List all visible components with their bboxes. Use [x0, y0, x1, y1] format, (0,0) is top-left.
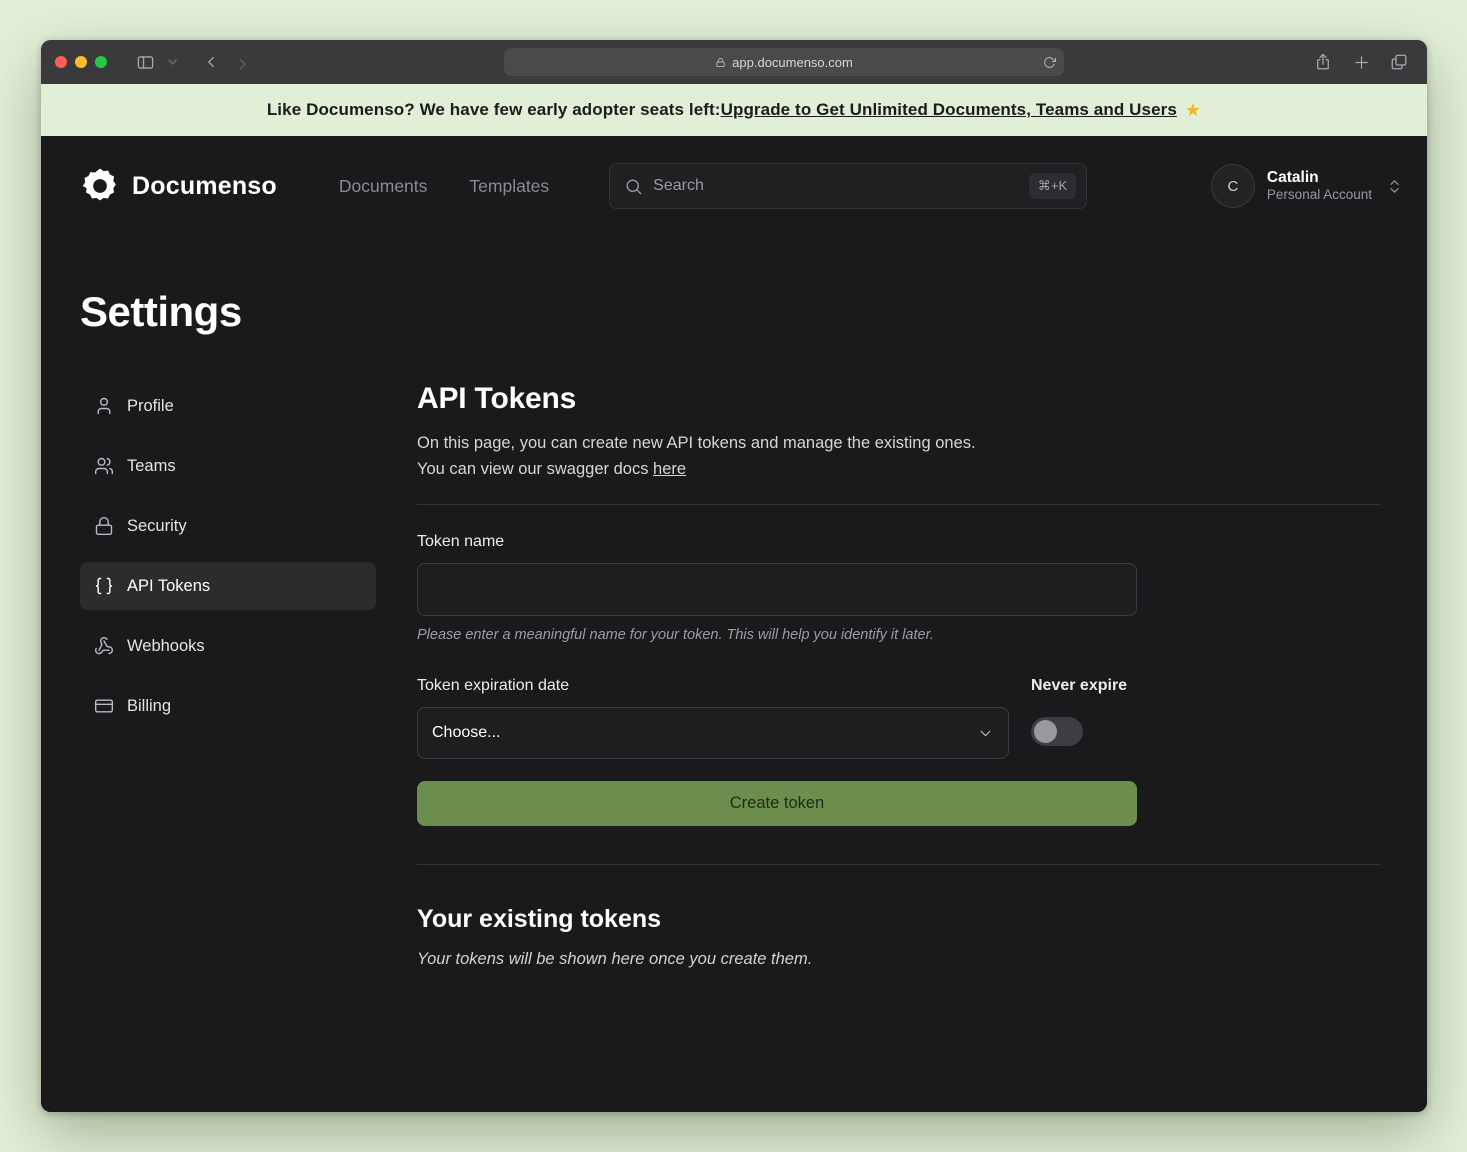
brand[interactable]: Documenso: [80, 166, 277, 206]
brand-name: Documenso: [132, 172, 277, 201]
never-expire-label: Never expire: [1031, 677, 1137, 695]
url-text: app.documenso.com: [732, 55, 853, 70]
user-name: Catalin: [1267, 168, 1372, 187]
close-window-button[interactable]: [55, 56, 67, 68]
lock-icon: [94, 516, 114, 536]
description-line2: You can view our swagger docs here: [417, 456, 1381, 482]
search-input[interactable]: Search ⌘+K: [609, 163, 1087, 209]
toggle-knob: [1034, 720, 1057, 743]
sidebar-item-label: Webhooks: [127, 637, 205, 656]
browser-titlebar: app.documenso.com: [41, 40, 1427, 84]
expiration-label: Token expiration date: [417, 677, 1009, 695]
existing-tokens-empty-text: Your tokens will be shown here once you …: [417, 950, 1381, 969]
sidebar-item-teams[interactable]: Teams: [80, 442, 376, 490]
expiration-select-value: Choose...: [432, 724, 500, 742]
user-icon: [94, 396, 114, 416]
sidebar-toggle-button[interactable]: [131, 48, 159, 76]
tabs-icon: [1390, 53, 1408, 71]
create-token-button[interactable]: Create token: [417, 781, 1137, 826]
sidebar-item-billing[interactable]: Billing: [80, 682, 376, 730]
section-title: API Tokens: [417, 382, 1381, 416]
plus-icon: [1353, 54, 1370, 71]
sidebar-item-label: Billing: [127, 697, 171, 716]
settings-sidebar: Profile Teams Security: [80, 382, 376, 730]
users-icon: [94, 456, 114, 476]
sidebar-item-api-tokens[interactable]: API Tokens: [80, 562, 376, 610]
token-name-label: Token name: [417, 533, 1381, 551]
address-bar[interactable]: app.documenso.com: [504, 48, 1064, 76]
app-header: Documenso Documents Templates Search ⌘+K…: [41, 136, 1427, 236]
sidebar-item-webhooks[interactable]: Webhooks: [80, 622, 376, 670]
divider: [417, 504, 1381, 505]
never-expire-toggle[interactable]: [1031, 717, 1083, 746]
refresh-button[interactable]: [1043, 56, 1056, 69]
sidebar-item-label: Profile: [127, 397, 174, 416]
nav-templates[interactable]: Templates: [469, 176, 549, 197]
lock-icon: [715, 57, 726, 68]
user-account-type: Personal Account: [1267, 187, 1372, 204]
existing-tokens-title: Your existing tokens: [417, 905, 1381, 934]
share-icon: [1314, 53, 1332, 71]
main-nav: Documents Templates: [339, 176, 549, 197]
promo-banner: Like Documenso? We have few early adopte…: [41, 84, 1427, 136]
refresh-icon: [1043, 56, 1056, 69]
swagger-docs-link[interactable]: here: [653, 460, 686, 478]
upgrade-link[interactable]: Upgrade to Get Unlimited Documents, Team…: [721, 100, 1177, 120]
star-icon: ★: [1185, 100, 1201, 121]
user-menu[interactable]: C Catalin Personal Account: [1211, 164, 1403, 208]
search-shortcut-badge: ⌘+K: [1029, 173, 1076, 199]
chevron-right-icon: [236, 53, 254, 71]
chevron-down-icon: [977, 725, 994, 742]
share-button[interactable]: [1309, 48, 1337, 76]
settings-page: Settings Profile Teams: [41, 236, 1427, 969]
description-line1: On this page, you can create new API tok…: [417, 430, 1381, 456]
zoom-window-button[interactable]: [95, 56, 107, 68]
documenso-logo-icon: [80, 166, 120, 206]
braces-icon: [94, 576, 114, 596]
page-title: Settings: [80, 288, 1381, 336]
chevrons-up-down-icon: [1386, 178, 1403, 195]
chevron-left-icon: [202, 53, 220, 71]
webhook-icon: [94, 636, 114, 656]
back-button[interactable]: [197, 48, 225, 76]
sidebar-icon: [136, 53, 155, 72]
section-description: On this page, you can create new API tok…: [417, 430, 1381, 482]
divider: [417, 864, 1381, 865]
sidebar-item-label: Security: [127, 517, 187, 536]
api-tokens-panel: API Tokens On this page, you can create …: [417, 382, 1381, 969]
token-name-help: Please enter a meaningful name for your …: [417, 627, 1381, 643]
avatar: C: [1211, 164, 1255, 208]
chevron-down-icon: [168, 59, 177, 65]
new-tab-button[interactable]: [1347, 48, 1375, 76]
browser-window: app.documenso.com: [41, 40, 1427, 1112]
sidebar-item-security[interactable]: Security: [80, 502, 376, 550]
expiration-row: Token expiration date Choose... Never ex…: [417, 649, 1137, 759]
window-controls: [55, 56, 107, 68]
token-name-input[interactable]: [417, 563, 1137, 616]
sidebar-item-label: API Tokens: [127, 577, 210, 596]
nav-documents[interactable]: Documents: [339, 176, 428, 197]
promo-text: Like Documenso? We have few early adopte…: [267, 100, 721, 120]
credit-card-icon: [94, 696, 114, 716]
forward-button[interactable]: [231, 48, 259, 76]
sidebar-item-profile[interactable]: Profile: [80, 382, 376, 430]
minimize-window-button[interactable]: [75, 56, 87, 68]
sidebar-menu-chevron[interactable]: [165, 48, 179, 76]
search-icon: [624, 177, 643, 196]
search-placeholder: Search: [653, 177, 704, 195]
documenso-app: Documenso Documents Templates Search ⌘+K…: [41, 136, 1427, 1112]
sidebar-item-label: Teams: [127, 457, 176, 476]
expiration-select[interactable]: Choose...: [417, 707, 1009, 759]
tab-overview-button[interactable]: [1385, 48, 1413, 76]
